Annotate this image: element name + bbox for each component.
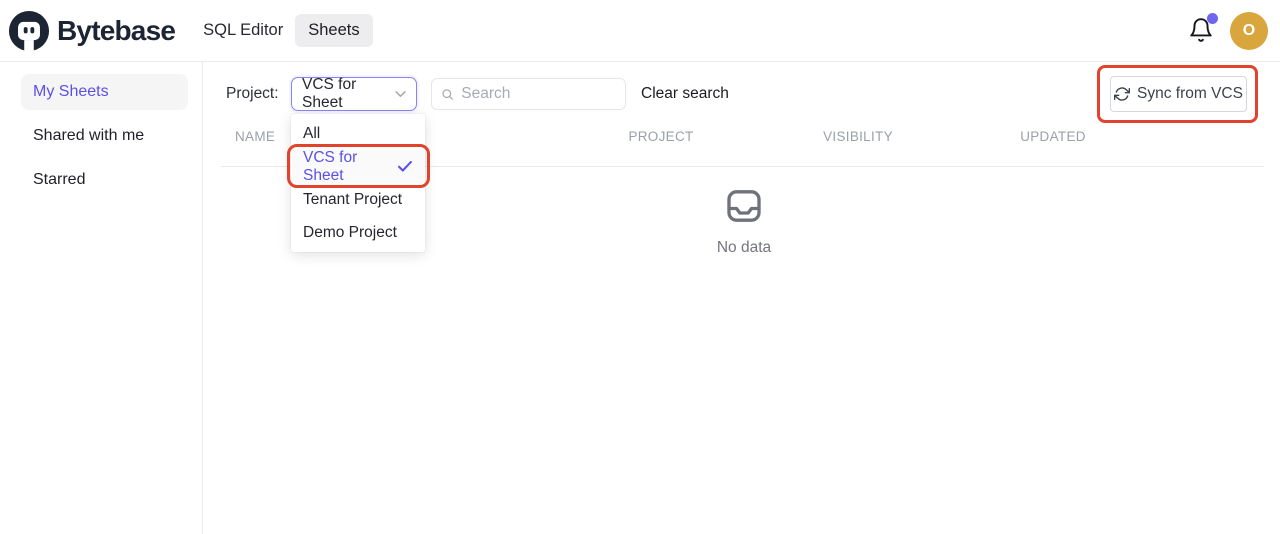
nav-sql-editor[interactable]: SQL Editor xyxy=(203,21,283,40)
column-header-updated: UPDATED xyxy=(993,129,1113,144)
dropdown-option-tenant-project[interactable]: Tenant Project xyxy=(291,183,425,216)
chevron-down-icon xyxy=(395,90,406,98)
dropdown-option-label: VCS for Sheet xyxy=(303,149,397,185)
project-label: Project: xyxy=(226,77,279,111)
brand-name: Bytebase xyxy=(57,15,175,47)
bytebase-logo-icon xyxy=(8,10,50,52)
main-content: Project: VCS for Sheet Clear search xyxy=(204,62,1280,534)
inbox-icon xyxy=(724,186,764,226)
project-select-value: VCS for Sheet xyxy=(302,76,395,112)
sync-button-label: Sync from VCS xyxy=(1137,85,1243,103)
sidebar-item-my-sheets[interactable]: My Sheets xyxy=(21,74,188,110)
column-header-visibility: VISIBILITY xyxy=(798,129,918,144)
dropdown-option-demo-project[interactable]: Demo Project xyxy=(291,216,425,249)
notifications-button[interactable] xyxy=(1188,16,1216,46)
header-actions: O xyxy=(1188,12,1268,50)
sidebar-item-starred[interactable]: Starred xyxy=(21,162,188,198)
sync-from-vcs-button[interactable]: Sync from VCS xyxy=(1110,76,1247,112)
project-dropdown-menu: All VCS for Sheet Tenant Project Demo Pr… xyxy=(291,114,425,252)
search-box xyxy=(431,78,626,110)
sync-icon xyxy=(1114,86,1130,102)
brand[interactable]: Bytebase xyxy=(8,10,175,52)
app-header: Bytebase SQL Editor Sheets O xyxy=(0,0,1280,62)
empty-state: No data xyxy=(696,186,792,257)
dropdown-option-all[interactable]: All xyxy=(291,117,425,150)
search-icon xyxy=(441,87,454,102)
check-icon xyxy=(397,160,413,173)
avatar[interactable]: O xyxy=(1230,12,1268,50)
dropdown-option-vcs-for-sheet[interactable]: VCS for Sheet xyxy=(291,150,425,183)
sidebar: My Sheets Shared with me Starred xyxy=(0,62,203,534)
app-window: Bytebase SQL Editor Sheets O My Sheets S… xyxy=(0,0,1280,534)
top-nav: SQL Editor Sheets xyxy=(203,14,372,47)
project-select[interactable]: VCS for Sheet xyxy=(291,77,417,111)
clear-search-link[interactable]: Clear search xyxy=(641,77,729,111)
tab-sheets[interactable]: Sheets xyxy=(295,14,372,47)
sidebar-item-shared-with-me[interactable]: Shared with me xyxy=(21,118,188,154)
empty-state-label: No data xyxy=(717,239,771,257)
search-input[interactable] xyxy=(461,85,616,103)
column-header-project: PROJECT xyxy=(601,129,721,144)
column-header-name: NAME xyxy=(235,129,275,144)
notification-badge-dot xyxy=(1207,13,1218,24)
